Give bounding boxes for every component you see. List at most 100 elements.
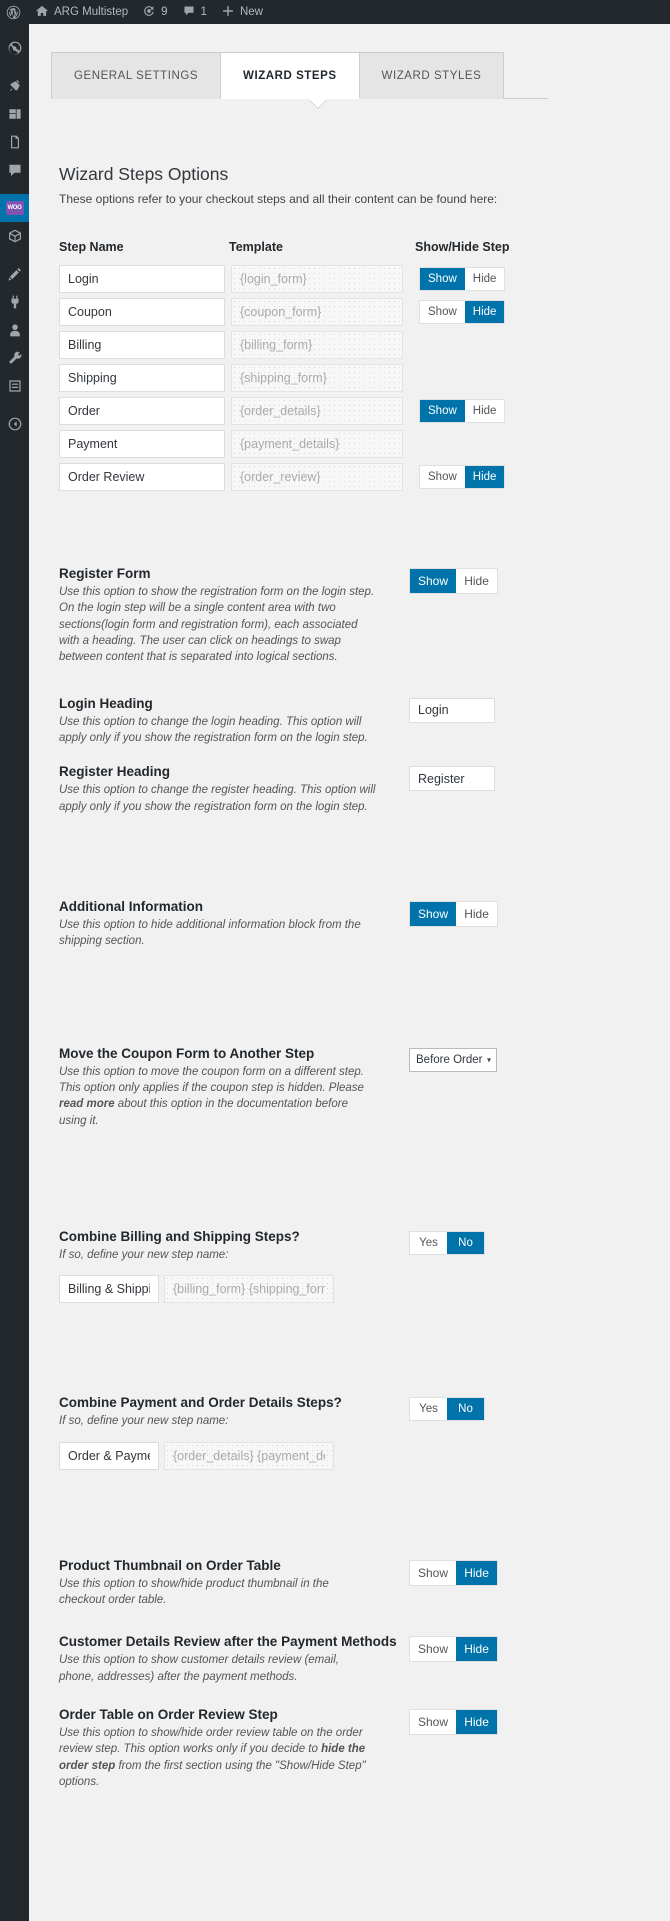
show-hide-toggle-login[interactable]: Show Hide bbox=[419, 267, 506, 291]
combine-payment-order-template-input[interactable] bbox=[164, 1441, 334, 1470]
updates-icon bbox=[142, 4, 156, 21]
combine-billing-shipping-template-input[interactable] bbox=[164, 1275, 334, 1304]
combine-billing-shipping-yes-button[interactable]: Yes bbox=[410, 1231, 447, 1254]
sidebar-item-products[interactable] bbox=[0, 222, 29, 250]
steps-table-header: Step Name Template Show/Hide Step bbox=[59, 240, 549, 254]
option-combine-billing-shipping: Combine Billing and Shipping Steps? If s… bbox=[59, 1229, 549, 1263]
step-name-input-login[interactable] bbox=[59, 265, 225, 293]
step-name-input-shipping[interactable] bbox=[59, 364, 225, 392]
hide-button-login[interactable]: Hide bbox=[464, 268, 505, 290]
sidebar-item-pages[interactable] bbox=[0, 128, 29, 156]
combine-billing-shipping-toggle[interactable]: Yes No bbox=[409, 1230, 485, 1255]
combine-billing-shipping-name-input[interactable] bbox=[59, 1275, 159, 1304]
product-thumbnail-show-button[interactable]: Show bbox=[410, 1560, 457, 1585]
sidebar-item-tools[interactable] bbox=[0, 344, 29, 372]
hide-button-coupon[interactable]: Hide bbox=[464, 301, 505, 323]
combine-payment-order-name-input[interactable] bbox=[59, 1441, 159, 1470]
option-combine-payment-order: Combine Payment and Order Details Steps?… bbox=[59, 1395, 549, 1429]
customer-details-review-show-button[interactable]: Show bbox=[410, 1637, 457, 1662]
comments-menu-item[interactable]: 1 bbox=[175, 0, 214, 24]
step-template-input-order[interactable] bbox=[231, 397, 403, 425]
sidebar-item-posts[interactable] bbox=[0, 72, 29, 100]
site-name-menu-item[interactable]: ARG Multistep bbox=[28, 0, 135, 24]
show-hide-toggle-coupon[interactable]: Show Hide bbox=[419, 300, 506, 324]
tab-wizard-steps[interactable]: WIZARD STEPS bbox=[221, 52, 360, 99]
show-button-coupon[interactable]: Show bbox=[420, 301, 465, 323]
sidebar-item-woocommerce[interactable]: WOO bbox=[0, 194, 29, 222]
column-header-step-name: Step Name bbox=[59, 240, 124, 254]
combine-payment-order-toggle[interactable]: Yes No bbox=[409, 1397, 485, 1422]
show-button-order-review[interactable]: Show bbox=[420, 466, 465, 488]
steps-table: Step Name Template Show/Hide Step Show H… bbox=[59, 240, 549, 491]
option-title-register-form: Register Form bbox=[59, 566, 151, 581]
column-header-template: Template bbox=[229, 240, 283, 254]
step-name-input-order[interactable] bbox=[59, 397, 225, 425]
combine-payment-order-fields bbox=[59, 1441, 670, 1470]
combine-payment-order-no-button[interactable]: No bbox=[447, 1398, 484, 1421]
sidebar-item-collapse[interactable] bbox=[0, 410, 29, 438]
tab-wizard-styles[interactable]: WIZARD STYLES bbox=[359, 52, 505, 99]
wp-logo-menu-item[interactable] bbox=[0, 0, 28, 24]
option-title-customer-details-review: Customer Details Review after the Paymen… bbox=[59, 1634, 397, 1650]
plus-icon bbox=[221, 4, 235, 21]
updates-menu-item[interactable]: 9 bbox=[135, 0, 174, 24]
products-box-icon bbox=[7, 228, 23, 244]
option-desc-combine-payment-order: If so, define your new step name: bbox=[59, 1415, 229, 1428]
step-name-input-billing[interactable] bbox=[59, 331, 225, 359]
register-form-show-button[interactable]: Show bbox=[410, 569, 457, 593]
comment-bubble-icon bbox=[182, 4, 196, 21]
additional-information-show-button[interactable]: Show bbox=[410, 901, 457, 926]
combine-payment-order-yes-button[interactable]: Yes bbox=[410, 1398, 447, 1421]
move-coupon-step-select[interactable]: Before Order ▾ bbox=[409, 1047, 497, 1072]
sidebar-item-users[interactable] bbox=[0, 316, 29, 344]
hide-button-order-review[interactable]: Hide bbox=[464, 466, 505, 488]
order-table-review-toggle[interactable]: Show Hide bbox=[409, 1708, 499, 1735]
sidebar-item-media[interactable] bbox=[0, 100, 29, 128]
step-name-input-coupon[interactable] bbox=[59, 298, 225, 326]
step-template-input-shipping[interactable] bbox=[231, 364, 403, 392]
show-hide-toggle-order[interactable]: Show Hide bbox=[419, 399, 506, 423]
option-title-register-heading: Register Heading bbox=[59, 764, 171, 780]
table-row bbox=[59, 331, 549, 359]
sidebar-item-dashboard[interactable] bbox=[0, 34, 29, 62]
site-name-label: ARG Multistep bbox=[54, 6, 129, 18]
move-coupon-selected-value: Before Order bbox=[416, 1053, 483, 1066]
hide-button-order[interactable]: Hide bbox=[464, 400, 505, 422]
new-content-menu-item[interactable]: New bbox=[214, 0, 270, 24]
product-thumbnail-hide-button[interactable]: Hide bbox=[456, 1560, 498, 1585]
show-button-login[interactable]: Show bbox=[420, 268, 465, 290]
register-heading-input[interactable] bbox=[409, 766, 495, 792]
product-thumbnail-toggle[interactable]: Show Hide bbox=[409, 1559, 499, 1586]
sidebar-item-comments[interactable] bbox=[0, 156, 29, 184]
show-button-order[interactable]: Show bbox=[420, 400, 465, 422]
option-desc-combine-billing-shipping: If so, define your new step name: bbox=[59, 1248, 229, 1261]
settings-tab-bar: GENERAL SETTINGS WIZARD STEPS WIZARD STY… bbox=[51, 52, 548, 99]
register-form-hide-button[interactable]: Hide bbox=[456, 569, 498, 593]
register-form-toggle[interactable]: Show Hide bbox=[409, 568, 499, 594]
additional-information-toggle[interactable]: Show Hide bbox=[409, 900, 499, 927]
step-template-input-billing[interactable] bbox=[231, 331, 403, 359]
step-template-input-login[interactable] bbox=[231, 265, 403, 293]
customer-details-review-hide-button[interactable]: Hide bbox=[456, 1637, 498, 1662]
additional-information-hide-button[interactable]: Hide bbox=[456, 901, 498, 926]
order-table-review-show-button[interactable]: Show bbox=[410, 1709, 457, 1734]
order-table-review-hide-button[interactable]: Hide bbox=[456, 1709, 498, 1734]
option-desc-additional-information: Use this option to hide additional infor… bbox=[59, 918, 361, 948]
combine-billing-shipping-no-button[interactable]: No bbox=[447, 1231, 484, 1254]
documentation-link[interactable]: read more bbox=[59, 1098, 115, 1110]
sidebar-item-appearance[interactable] bbox=[0, 260, 29, 288]
show-hide-toggle-order-review[interactable]: Show Hide bbox=[419, 465, 506, 489]
home-icon bbox=[35, 4, 49, 21]
step-template-input-coupon[interactable] bbox=[231, 298, 403, 326]
login-heading-input[interactable] bbox=[409, 697, 495, 723]
step-name-input-order-review[interactable] bbox=[59, 463, 225, 491]
step-name-input-payment[interactable] bbox=[59, 430, 225, 458]
page-icon bbox=[7, 134, 23, 150]
step-template-input-payment[interactable] bbox=[231, 430, 403, 458]
step-template-input-order-review[interactable] bbox=[231, 463, 403, 491]
customer-details-review-toggle[interactable]: Show Hide bbox=[409, 1636, 499, 1663]
pin-icon bbox=[7, 78, 23, 94]
tab-general-settings[interactable]: GENERAL SETTINGS bbox=[51, 52, 222, 99]
sidebar-item-settings[interactable] bbox=[0, 372, 29, 400]
sidebar-item-plugins[interactable] bbox=[0, 288, 29, 316]
